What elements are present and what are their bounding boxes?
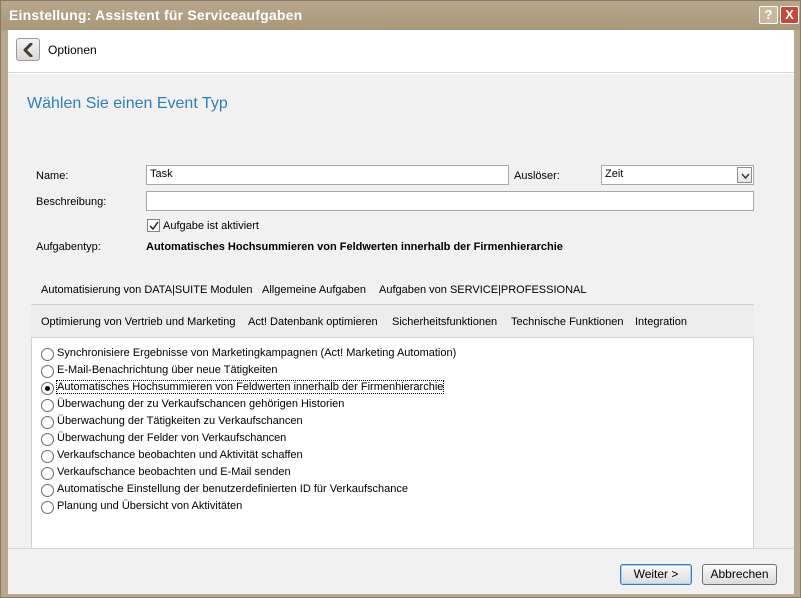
dialog-footer: Weiter > Abbrechen bbox=[8, 548, 794, 594]
option-label: Synchronisiere Ergebnisse von Marketingk… bbox=[57, 347, 457, 359]
radio-button[interactable] bbox=[41, 484, 54, 497]
nav-bar: Optionen bbox=[8, 30, 794, 73]
option-label: Überwachung der zu Verkaufschancen gehör… bbox=[57, 398, 345, 410]
checkmark-icon bbox=[149, 221, 159, 231]
back-button[interactable] bbox=[16, 38, 40, 61]
radio-button[interactable] bbox=[41, 450, 54, 463]
name-label: Name: bbox=[36, 170, 69, 182]
window-title: Einstellung: Assistent für Serviceaufgab… bbox=[9, 7, 303, 23]
dialog-window: Einstellung: Assistent für Serviceaufgab… bbox=[0, 0, 801, 598]
radio-button[interactable] bbox=[41, 399, 54, 412]
cancel-button[interactable]: Abbrechen bbox=[702, 564, 777, 585]
dialog-client: Optionen Wählen Sie einen Event Typ Name… bbox=[8, 30, 794, 594]
radio-button[interactable] bbox=[41, 467, 54, 480]
chevron-down-icon bbox=[741, 173, 750, 179]
tab-row-sub: Optimierung von Vertrieb und Marketing A… bbox=[31, 304, 754, 338]
tab-security[interactable]: Sicherheitsfunktionen bbox=[392, 316, 497, 328]
dropdown-button[interactable] bbox=[737, 167, 752, 183]
active-label: Aufgabe ist aktiviert bbox=[163, 220, 259, 232]
help-button[interactable]: ? bbox=[759, 6, 778, 24]
title-bar[interactable]: Einstellung: Assistent für Serviceaufgab… bbox=[1, 1, 800, 30]
trigger-select-value: Zeit bbox=[605, 168, 624, 180]
radio-button[interactable] bbox=[41, 416, 54, 429]
next-button[interactable]: Weiter > bbox=[620, 564, 692, 585]
task-tabs: Automatisierung von DATA|SUITE Modulen A… bbox=[31, 275, 754, 558]
tab-database[interactable]: Act! Datenbank optimieren bbox=[248, 316, 378, 328]
radio-button[interactable] bbox=[41, 501, 54, 514]
trigger-label: Auslöser: bbox=[514, 170, 560, 182]
type-label: Aufgabentyp: bbox=[36, 241, 101, 253]
radio-button[interactable] bbox=[41, 348, 54, 361]
close-button[interactable]: X bbox=[780, 6, 799, 24]
option-label: Überwachung der Tätigkeiten zu Verkaufsc… bbox=[57, 415, 303, 427]
radio-button-selected[interactable] bbox=[41, 382, 54, 395]
option-label: Automatische Einstellung der benutzerdef… bbox=[57, 483, 408, 495]
nav-label: Optionen bbox=[48, 43, 97, 57]
option-label: Verkaufschance beobachten und Aktivität … bbox=[57, 449, 303, 461]
tab-integration[interactable]: Integration bbox=[635, 316, 687, 328]
option-label: Überwachung der Felder von Verkaufschanc… bbox=[57, 432, 287, 444]
tab-datasuite[interactable]: Automatisierung von DATA|SUITE Modulen bbox=[41, 284, 253, 296]
page-title: Wählen Sie einen Event Typ bbox=[27, 95, 228, 112]
active-checkbox[interactable] bbox=[147, 219, 160, 232]
option-label: Planung und Übersicht von Aktivitäten bbox=[57, 500, 243, 512]
option-list: Synchronisiere Ergebnisse von Marketingk… bbox=[31, 338, 754, 557]
tab-general[interactable]: Allgemeine Aufgaben bbox=[262, 284, 366, 296]
type-value: Automatisches Hochsummieren von Feldwert… bbox=[146, 241, 563, 253]
page-content: Wählen Sie einen Event Typ Name: Task Au… bbox=[8, 74, 794, 558]
tab-technical[interactable]: Technische Funktionen bbox=[511, 316, 624, 328]
tab-serviceprofessional[interactable]: Aufgaben von SERVICE|PROFESSIONAL bbox=[379, 284, 586, 296]
name-input[interactable]: Task bbox=[146, 165, 509, 185]
trigger-select[interactable]: Zeit bbox=[601, 165, 754, 185]
tab-sales-marketing[interactable]: Optimierung von Vertrieb und Marketing bbox=[41, 316, 235, 328]
option-label: Automatisches Hochsummieren von Feldwert… bbox=[55, 380, 445, 394]
radio-button[interactable] bbox=[41, 365, 54, 378]
radio-button[interactable] bbox=[41, 433, 54, 446]
description-input[interactable] bbox=[146, 191, 754, 211]
tab-row-main: Automatisierung von DATA|SUITE Modulen A… bbox=[31, 275, 754, 304]
chevron-left-icon bbox=[23, 43, 33, 57]
option-label: Verkaufschance beobachten und E-Mail sen… bbox=[57, 466, 291, 478]
description-label: Beschreibung: bbox=[36, 196, 107, 208]
option-label: E-Mail-Benachrichtung über neue Tätigkei… bbox=[57, 364, 278, 376]
